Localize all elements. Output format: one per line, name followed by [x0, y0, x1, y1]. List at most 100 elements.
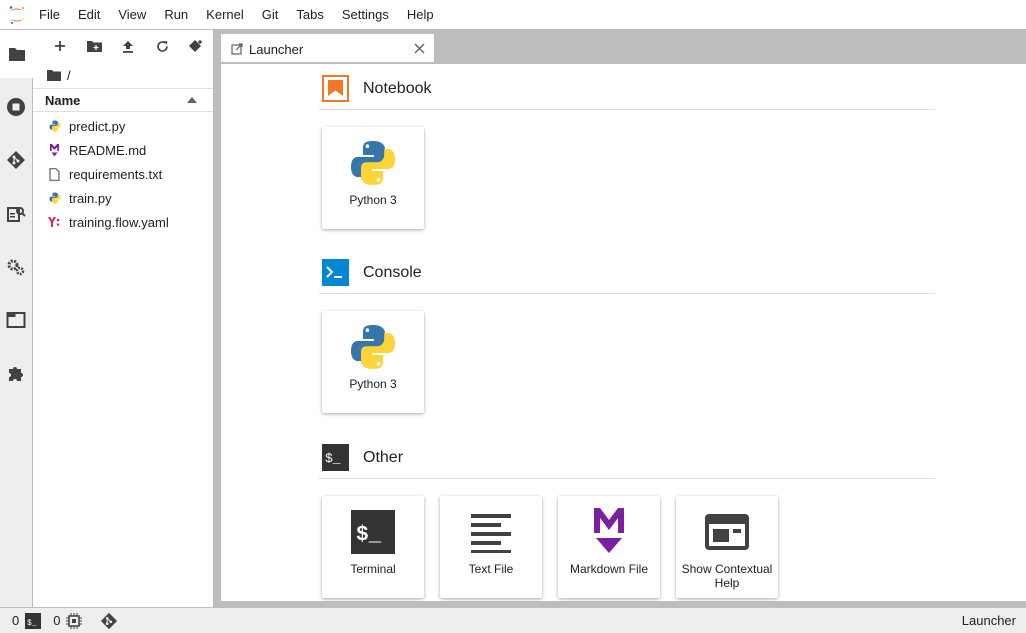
terminal-count: 0 [53, 613, 61, 628]
console-section: Console Python 3 [319, 252, 935, 413]
text-file-card[interactable]: Text File [440, 496, 542, 598]
svg-text:$_: $_ [325, 451, 341, 466]
contextual-help-icon [701, 506, 753, 558]
file-name: README.md [69, 142, 147, 158]
card-label: Show Contextual Help [681, 562, 773, 590]
kernel-chip-icon [66, 612, 83, 629]
kernel-count-item[interactable]: 0 $_ [0, 612, 42, 629]
tabs-panel-tab[interactable] [5, 309, 27, 331]
launcher-panel: Notebook Python 3 Console Python 3 $_ Ot… [221, 64, 1026, 601]
git-clone-icon [188, 40, 202, 52]
console-python3-card[interactable]: Python 3 [322, 311, 424, 413]
tab-launcher[interactable]: Launcher [221, 34, 434, 62]
refresh-button[interactable] [145, 32, 179, 60]
notebook-section-header: Notebook [319, 68, 935, 110]
tab-label: Launcher [249, 41, 304, 57]
puzzle-piece-icon [9, 367, 23, 381]
section-title: Other [363, 448, 404, 466]
file-item-training-flow-yaml[interactable]: training.flow.yaml [33, 210, 213, 234]
card-label: Markdown File [569, 562, 649, 576]
console-cards: Python 3 [319, 311, 935, 413]
gears-icon [7, 259, 25, 276]
notebook-icon [322, 75, 349, 102]
breadcrumb-path[interactable]: / [67, 68, 71, 83]
section-title: Notebook [363, 79, 432, 97]
terminal-small-icon: $_ [25, 612, 42, 629]
home-folder-icon[interactable] [47, 69, 61, 81]
file-name: requirements.txt [69, 166, 163, 182]
console-section-header: Console [319, 252, 935, 294]
file-name: train.py [69, 190, 112, 206]
card-label: Text File [468, 562, 514, 576]
git-icon [101, 612, 118, 629]
git-clone-button[interactable] [179, 32, 213, 60]
notebook-section: Notebook Python 3 [319, 68, 935, 229]
property-inspector-icon [7, 207, 26, 222]
new-launcher-button[interactable] [43, 32, 77, 60]
other-section-header: $_ Other [319, 437, 935, 479]
tabs-icon [6, 312, 26, 328]
file-browser-tab[interactable] [0, 30, 33, 78]
menu-bar: File Edit View Run Kernel Git Tabs Setti… [0, 0, 1026, 30]
section-title: Console [363, 263, 422, 281]
contextual-help-card[interactable]: Show Contextual Help [676, 496, 778, 598]
file-item-predict-py[interactable]: predict.py [33, 114, 213, 138]
notebook-cards: Python 3 [319, 127, 935, 229]
git-status-item[interactable] [82, 612, 118, 630]
menu-file[interactable]: File [33, 0, 69, 30]
terminal-section-icon: $_ [322, 444, 349, 471]
other-section: $_ Other $_ Terminal Text File Markdown … [319, 437, 935, 598]
yaml-file-icon [48, 215, 61, 229]
console-icon [322, 259, 349, 286]
menu-edit[interactable]: Edit [69, 0, 109, 30]
file-name: predict.py [69, 118, 126, 134]
name-column-header[interactable]: Name [45, 93, 80, 108]
panel-splitter[interactable] [213, 30, 221, 607]
other-cards: $_ Terminal Text File Markdown File Show… [319, 496, 935, 598]
launcher-tab-icon [231, 43, 243, 55]
menu-tabs[interactable]: Tabs [287, 0, 332, 30]
status-bar: 0 $_ 0 Launcher [0, 607, 1026, 633]
close-icon[interactable] [412, 41, 426, 55]
new-folder-icon [86, 41, 102, 52]
file-item-requirements-txt[interactable]: requirements.txt [33, 162, 213, 186]
python-logo-icon [347, 137, 399, 189]
svg-text:$_: $_ [27, 619, 37, 628]
file-list-header[interactable]: Name [33, 88, 213, 112]
menu-view[interactable]: View [109, 0, 155, 30]
folder-icon [8, 48, 25, 61]
menu-git[interactable]: Git [253, 0, 288, 30]
menu-help[interactable]: Help [398, 0, 443, 30]
file-browser: / Name predict.py README.md requirements… [33, 30, 213, 607]
new-folder-button[interactable] [77, 32, 111, 60]
terminal-icon: $_ [347, 506, 399, 558]
svg-text:$_: $_ [356, 524, 382, 547]
text-file-icon [48, 167, 61, 181]
git-tab[interactable] [5, 149, 27, 171]
menu-kernel[interactable]: Kernel [197, 0, 253, 30]
property-inspector-tab[interactable] [5, 203, 27, 225]
text-lines-icon [465, 506, 517, 558]
running-sessions-tab[interactable] [5, 96, 27, 118]
file-item-readme-md[interactable]: README.md [33, 138, 213, 162]
upload-button[interactable] [111, 32, 145, 60]
card-label: Python 3 [349, 377, 397, 391]
refresh-icon [156, 40, 168, 52]
upload-icon [123, 40, 133, 53]
python-file-icon [48, 119, 61, 133]
menu-settings[interactable]: Settings [333, 0, 398, 30]
plus-icon [55, 41, 65, 51]
terminal-count-item[interactable]: 0 [41, 612, 83, 629]
terminal-card[interactable]: $_ Terminal [322, 496, 424, 598]
kernel-count: 0 [12, 613, 20, 628]
git-icon [7, 151, 25, 169]
menu-run[interactable]: Run [155, 0, 197, 30]
markdown-file-card[interactable]: Markdown File [558, 496, 660, 598]
extensions-tab[interactable] [5, 362, 27, 384]
file-browser-toolbar [33, 30, 213, 62]
file-name: training.flow.yaml [69, 214, 169, 230]
notebook-python3-card[interactable]: Python 3 [322, 127, 424, 229]
settings-tab[interactable] [5, 256, 27, 278]
breadcrumb: / [33, 62, 213, 88]
file-item-train-py[interactable]: train.py [33, 186, 213, 210]
